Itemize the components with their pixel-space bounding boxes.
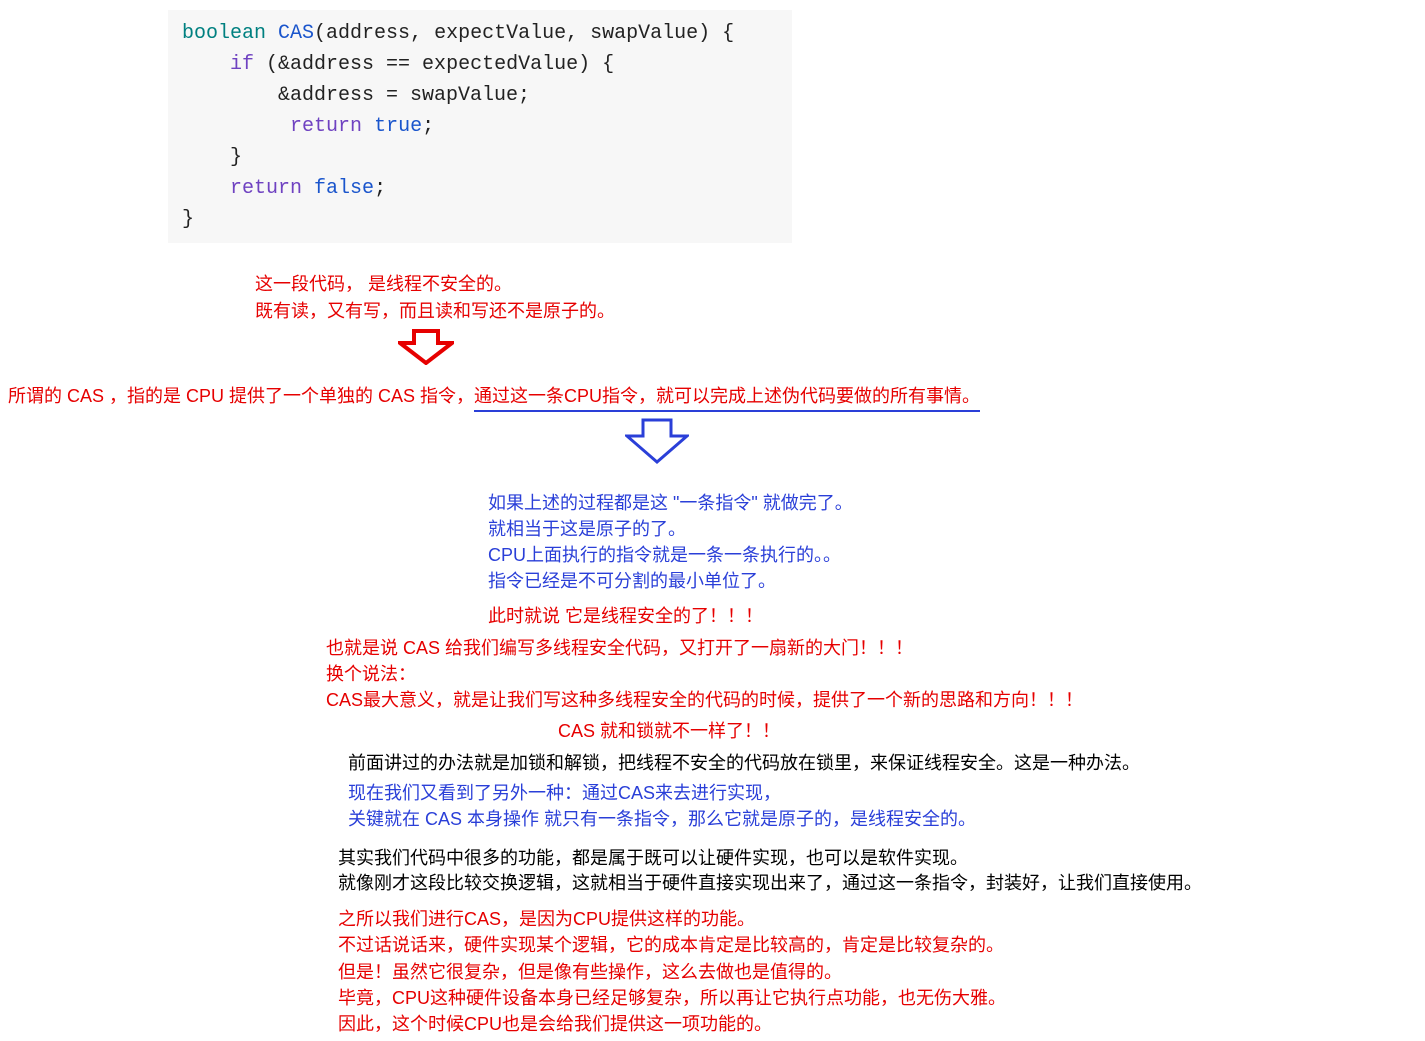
block-cas-vs-lock-title: CAS 就和锁就不一样了！！ — [558, 719, 1425, 744]
red4-l5: 因此，这个时候CPU也是会给我们提供这一项功能的。 — [338, 1011, 1425, 1037]
arrow-down-red — [398, 329, 1425, 372]
code-sig-params: (address, expectValue, swapValue) { — [314, 22, 734, 45]
code-return1-kw: return — [290, 115, 362, 138]
block-if-one-instruction: 如果上述的过程都是这 "一条指令" 就做完了。 就相当于这是原子的了。 CPU上… — [488, 490, 1425, 594]
code-closebrace2: } — [182, 208, 194, 231]
code-fn-name: CAS — [278, 22, 314, 45]
blue2-l1: 现在我们又看到了另外一种：通过CAS来去进行实现， — [348, 780, 1425, 806]
arrow-down-icon — [625, 418, 689, 464]
blue1-l3: CPU上面执行的指令就是一条一条执行的。。 — [488, 542, 1425, 568]
block-hw-sw: 其实我们代码中很多的功能，都是属于既可以让硬件实现，也可以是软件实现。 就像刚才… — [338, 846, 1425, 896]
code-assign: &address = swapValue; — [182, 84, 530, 107]
blue1-l2: 就相当于这是原子的了。 — [488, 516, 1425, 542]
red4-l1: 之所以我们进行CAS，是因为CPU提供这样的功能。 — [338, 906, 1425, 932]
code-false: false — [314, 177, 374, 200]
arrow-down-blue — [625, 418, 1425, 471]
main-part1: 所谓的 CAS ，指的是 CPU 提供了一个单独的 CAS 指令， — [8, 386, 474, 406]
red4-l2: 不过话说话来，硬件实现某个逻辑，它的成本肯定是比较高的，肯定是比较复杂的。 — [338, 932, 1425, 958]
arrow-down-icon — [398, 329, 454, 365]
block-cas-meaning: 也就是说 CAS 给我们编写多线程安全代码，又打开了一扇新的大门！！！ 换个说法… — [326, 635, 1425, 713]
annot1-line1: 这一段代码， 是线程不安全的。 — [255, 271, 1425, 298]
black2-l1: 其实我们代码中很多的功能，都是属于既可以让硬件实现，也可以是软件实现。 — [338, 846, 1425, 871]
black1: 前面讲过的办法就是加锁和解锁，把线程不安全的代码放在锁里，来保证线程安全。这是一… — [348, 753, 1140, 773]
code-if-kw: if — [230, 53, 254, 76]
red1: 此时就说 它是线程安全的了！！！ — [488, 606, 763, 626]
code-block: boolean CAS(address, expectValue, swapVa… — [168, 10, 792, 243]
red2-l1: 也就是说 CAS 给我们编写多线程安全代码，又打开了一扇新的大门！！！ — [326, 635, 1425, 661]
annot1-line2: 既有读，又有写，而且读和写还不是原子的。 — [255, 298, 1425, 325]
red3: CAS 就和锁就不一样了！！ — [558, 721, 780, 741]
red4-l4: 毕竟，CPU这种硬件设备本身已经足够复杂，所以再让它执行点功能，也无伤大雅。 — [338, 985, 1425, 1011]
code-true: true — [374, 115, 422, 138]
block-cas-method: 现在我们又看到了另外一种：通过CAS来去进行实现， 关键就在 CAS 本身操作 … — [348, 780, 1425, 832]
blue1-l4: 指令已经是不可分割的最小单位了。 — [488, 568, 1425, 594]
block-thread-safe: 此时就说 它是线程安全的了！！！ — [488, 604, 1425, 629]
black2-l2: 就像刚才这段比较交换逻辑，这就相当于硬件直接实现出来了，通过这一条指令，封装好，… — [338, 871, 1425, 896]
red2-l2: 换个说法： — [326, 661, 1425, 687]
code-semi1: ; — [422, 115, 434, 138]
main-part2-underlined: 通过这一条CPU指令，就可以完成上述伪代码要做的所有事情。 — [474, 384, 980, 412]
code-return2-kw: return — [230, 177, 302, 200]
code-closebrace1: } — [182, 146, 242, 169]
red4-l3: 但是！虽然它很复杂，但是像有些操作，这么去做也是值得的。 — [338, 959, 1425, 985]
code-semi2: ; — [374, 177, 386, 200]
red2-l3: CAS最大意义，就是让我们写这种多线程安全的代码的时候，提供了一个新的思路和方向… — [326, 687, 1425, 713]
block-cpu-provides: 之所以我们进行CAS，是因为CPU提供这样的功能。 不过话说话来，硬件实现某个逻… — [338, 906, 1425, 1036]
blue1-l1: 如果上述的过程都是这 "一条指令" 就做完了。 — [488, 490, 1425, 516]
blue2-l2: 关键就在 CAS 本身操作 就只有一条指令，那么它就是原子的，是线程安全的。 — [348, 806, 1425, 832]
code-kw-boolean: boolean — [182, 22, 266, 45]
code-if-cond: (&address == expectedValue) { — [254, 53, 614, 76]
annotation-thread-unsafe: 这一段代码， 是线程不安全的。 既有读，又有写，而且读和写还不是原子的。 — [255, 271, 1425, 325]
main-sentence: 所谓的 CAS ，指的是 CPU 提供了一个单独的 CAS 指令，通过这一条CP… — [8, 384, 1425, 412]
block-lock-method: 前面讲过的办法就是加锁和解锁，把线程不安全的代码放在锁里，来保证线程安全。这是一… — [348, 751, 1425, 776]
